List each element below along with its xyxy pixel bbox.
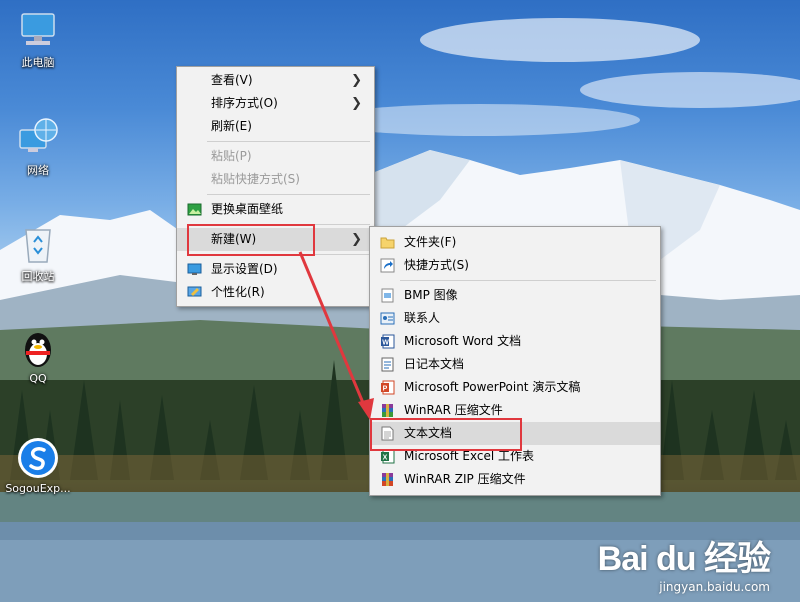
watermark-logo: Bai du 经验 bbox=[597, 540, 771, 578]
baidu-jingyan-watermark: Bai du 经验 jingyan.baidu.com bbox=[597, 531, 771, 594]
annotation-arrow bbox=[298, 251, 374, 420]
watermark-url: jingyan.baidu.com bbox=[659, 580, 770, 594]
